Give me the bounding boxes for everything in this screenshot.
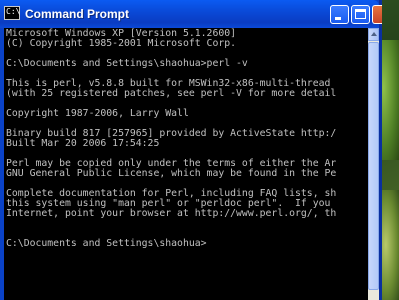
- minimize-button[interactable]: [330, 5, 349, 24]
- console-line: Copyright 1987-2006, Larry Wall: [6, 108, 189, 119]
- title-bar[interactable]: C:\ Command Prompt: [0, 0, 382, 28]
- command-prompt-line: C:\Documents and Settings\shaohua>: [6, 238, 207, 249]
- console-line: GNU General Public License, which may be…: [6, 168, 337, 179]
- console-line: C:\Documents and Settings\shaohua>perl -…: [6, 58, 248, 69]
- close-button[interactable]: [372, 5, 382, 24]
- console-line: (C) Copyright 1985-2001 Microsoft Corp.: [6, 38, 237, 49]
- window-title: Command Prompt: [25, 7, 130, 21]
- console-icon[interactable]: C:\: [4, 6, 20, 20]
- console-line: Built Mar 20 2006 17:54:25: [6, 138, 160, 149]
- console-line: Internet, point your browser at http://w…: [6, 208, 337, 219]
- command-prompt-window[interactable]: C:\ Command Prompt Microsoft Windows XP …: [0, 0, 382, 300]
- maximize-icon: [355, 9, 366, 19]
- console-line: (with 25 registered patches, see perl -V…: [6, 88, 337, 99]
- vertical-scrollbar[interactable]: [368, 28, 379, 300]
- minimize-icon: [335, 17, 341, 20]
- scroll-thumb[interactable]: [368, 42, 379, 290]
- arrow-up-icon: [371, 32, 377, 36]
- console-output[interactable]: Microsoft Windows XP [Version 5.1.2600] …: [4, 28, 368, 300]
- scroll-up-button[interactable]: [368, 28, 379, 41]
- maximize-button[interactable]: [351, 5, 370, 24]
